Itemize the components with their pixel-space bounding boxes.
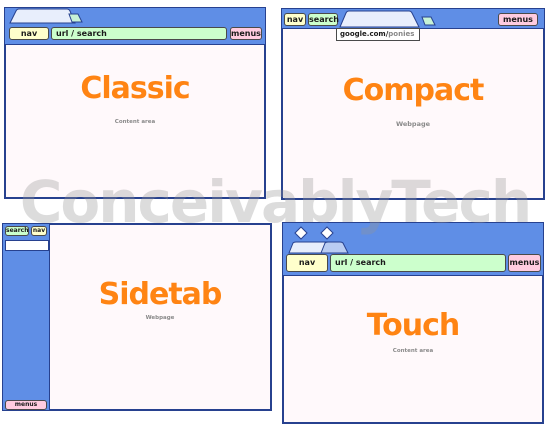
sidetab-menus-button[interactable]: menus — [5, 400, 47, 410]
sidetab-nav-button[interactable]: nav — [31, 226, 47, 236]
touch-nav-button[interactable]: nav — [286, 254, 328, 272]
touch-content-area: Touch Content area — [283, 275, 543, 423]
sidetab-title: Sidetab — [98, 277, 223, 312]
compact-nav-button[interactable]: nav — [284, 13, 306, 26]
compact-title: Compact — [342, 73, 485, 108]
classic-url-bar[interactable]: url / search — [51, 27, 227, 40]
classic-content-area: Classic Content area — [5, 44, 265, 198]
sidetab-content-area: Sidetab Webpage — [49, 224, 271, 410]
touch-title: Touch — [366, 308, 461, 343]
classic-window: nav url / search menus Classic Content a… — [4, 7, 266, 199]
compact-content-label: Webpage — [395, 120, 431, 128]
compact-new-tab-button[interactable] — [421, 16, 437, 26]
sidetab-window: search nav menus Sidetab Webpage — [2, 223, 272, 411]
compact-url-host: google.com/ — [340, 30, 389, 38]
compact-search-button[interactable]: search — [308, 13, 339, 26]
sidetab-search-button[interactable]: search — [5, 226, 29, 236]
compact-url-path: ponies — [388, 30, 415, 38]
classic-nav-button[interactable]: nav — [9, 27, 49, 40]
touch-window: nav url / search menus Touch Content are… — [282, 222, 544, 424]
touch-window-control-1[interactable] — [294, 226, 308, 240]
sidetab-content-label: Webpage — [145, 315, 175, 321]
compact-window: nav search menus Compact Webpage google.… — [281, 8, 545, 200]
classic-content-label: Content area — [114, 119, 156, 125]
touch-url-bar[interactable]: url / search — [330, 254, 506, 272]
classic-title: Classic — [80, 71, 190, 106]
sidetab-tab[interactable] — [5, 240, 49, 251]
compact-menus-button[interactable]: menus — [498, 13, 538, 26]
compact-tab[interactable] — [339, 10, 421, 28]
classic-tab[interactable] — [9, 8, 99, 24]
touch-window-control-2[interactable] — [320, 226, 334, 240]
touch-tab[interactable] — [288, 241, 350, 254]
compact-content-area: Compact Webpage — [282, 28, 544, 199]
classic-new-tab-button[interactable] — [68, 13, 84, 23]
touch-content-label: Content area — [392, 348, 434, 354]
touch-menus-button[interactable]: menus — [508, 254, 541, 272]
classic-menus-button[interactable]: menus — [230, 27, 262, 40]
compact-url-popup[interactable]: google.com/ponies — [336, 28, 420, 41]
